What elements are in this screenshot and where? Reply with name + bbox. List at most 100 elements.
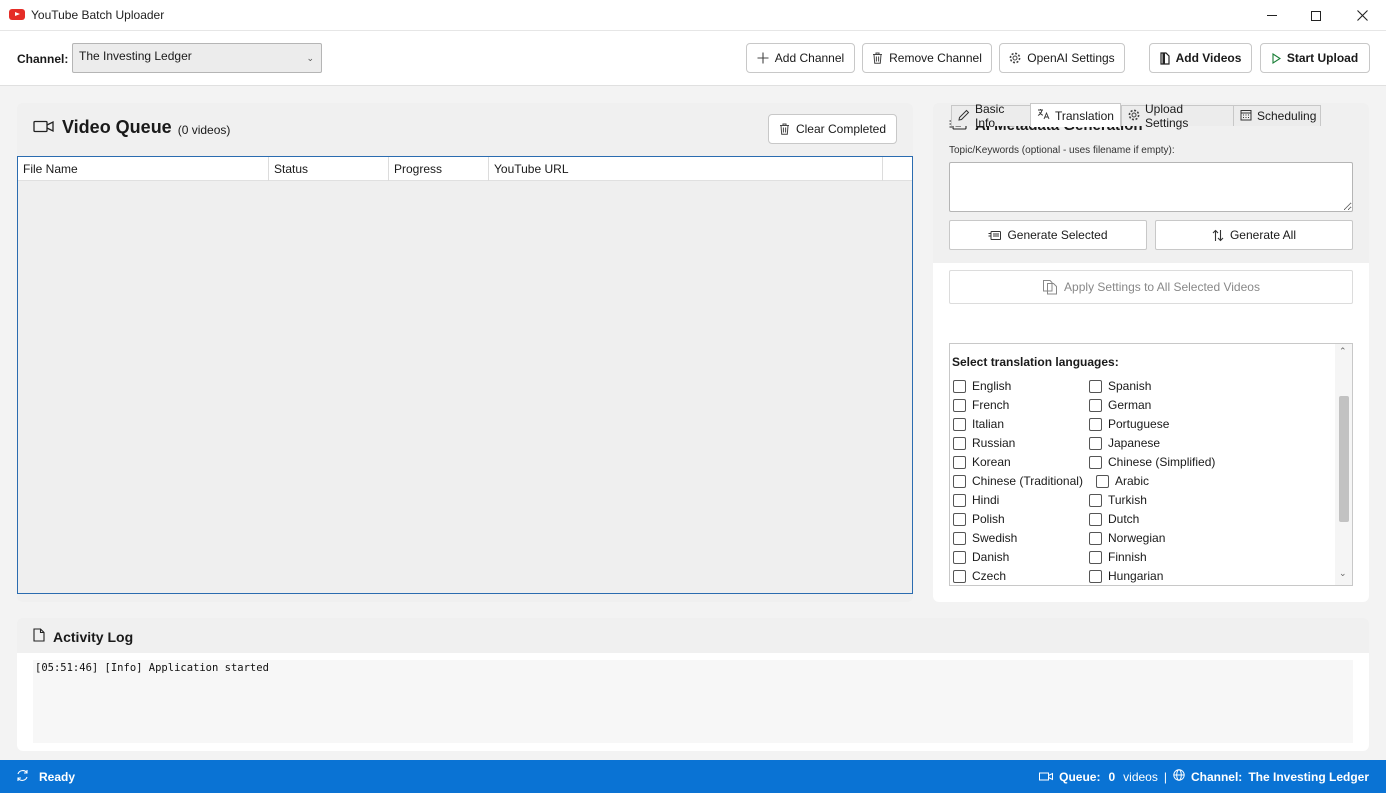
gear-icon	[1128, 109, 1140, 124]
chevron-down-icon: ⌄	[306, 53, 314, 63]
status-separator: |	[1163, 769, 1167, 784]
language-label: Danish	[972, 550, 1010, 564]
language-checkbox[interactable]	[953, 398, 966, 412]
sort-arrows-icon	[1212, 229, 1224, 242]
add-channel-button[interactable]: Add Channel	[746, 43, 855, 73]
column-header-file-name[interactable]: File Name	[18, 157, 269, 181]
column-header-youtube-url[interactable]: YouTube URL	[489, 157, 883, 181]
video-queue-table[interactable]: File Name Status Progress YouTube URL	[17, 156, 913, 594]
language-label: Russian	[972, 436, 1016, 450]
language-option[interactable]: German	[1089, 398, 1151, 412]
scrollbar-thumb[interactable]	[1339, 396, 1349, 522]
language-checkbox[interactable]	[953, 455, 966, 469]
language-checkbox[interactable]	[1089, 493, 1102, 507]
tab-upload-settings-label: Upload Settings	[1145, 102, 1189, 130]
language-checkbox[interactable]	[953, 531, 966, 545]
language-checkbox[interactable]	[1089, 455, 1102, 469]
activity-log-textbox[interactable]: [05:51:46] [Info] Application started	[33, 660, 1353, 743]
language-checkbox[interactable]	[1096, 474, 1109, 488]
tab-scheduling[interactable]: Scheduling	[1233, 105, 1321, 126]
language-option[interactable]: Korean	[953, 455, 1011, 469]
video-queue-count: (0 videos)	[177, 122, 231, 137]
tab-upload-settings[interactable]: Upload Settings	[1121, 102, 1234, 130]
language-option[interactable]: Chinese (Simplified)	[1089, 455, 1215, 469]
language-checkbox[interactable]	[1089, 531, 1102, 545]
language-option[interactable]: Czech	[953, 569, 1006, 583]
language-label: Polish	[972, 512, 1005, 526]
openai-settings-button[interactable]: OpenAI Settings	[999, 43, 1125, 73]
add-channel-label: Add Channel	[774, 51, 845, 65]
language-option[interactable]: Italian	[953, 417, 1004, 431]
status-channel-label: Channel:	[1190, 769, 1243, 784]
maximize-button[interactable]	[1293, 0, 1339, 31]
minimize-button[interactable]	[1249, 0, 1295, 31]
tab-translation[interactable]: Translation	[1030, 103, 1121, 127]
clear-completed-button[interactable]: Clear Completed	[768, 114, 897, 144]
trash-icon	[872, 52, 883, 64]
language-checkbox[interactable]	[953, 569, 966, 583]
language-option[interactable]: Portuguese	[1089, 417, 1169, 431]
language-option[interactable]: Hindi	[953, 493, 999, 507]
language-checkbox[interactable]	[1089, 379, 1102, 393]
language-option[interactable]: Spanish	[1089, 379, 1151, 393]
translate-icon	[1037, 108, 1050, 123]
language-option[interactable]: Danish	[953, 550, 1009, 564]
channel-select[interactable]: The Investing Ledger ⌄	[72, 43, 322, 73]
language-checkbox[interactable]	[953, 417, 966, 431]
language-option[interactable]: Dutch	[1089, 512, 1139, 526]
topic-keywords-input[interactable]	[949, 162, 1353, 212]
activity-log-title: Activity Log	[53, 628, 134, 645]
language-option[interactable]: Chinese (Traditional)	[953, 474, 1083, 488]
language-checkbox[interactable]	[953, 474, 966, 488]
play-icon	[1272, 52, 1281, 64]
language-option[interactable]: Arabic	[1096, 474, 1149, 488]
language-checkbox[interactable]	[1089, 398, 1102, 412]
apply-settings-button[interactable]: Apply Settings to All Selected Videos	[949, 270, 1353, 304]
language-label: Hindi	[972, 493, 1000, 507]
language-checkbox[interactable]	[953, 512, 966, 526]
pencil-icon	[958, 109, 970, 124]
language-checkbox[interactable]	[1089, 417, 1102, 431]
language-option[interactable]: Russian	[953, 436, 1015, 450]
remove-channel-button[interactable]: Remove Channel	[862, 43, 992, 73]
language-checkbox[interactable]	[953, 436, 966, 450]
language-option[interactable]: Polish	[953, 512, 1005, 526]
minimize-icon	[1267, 15, 1277, 16]
language-checkbox[interactable]	[1089, 512, 1102, 526]
globe-icon	[1173, 769, 1185, 784]
language-option[interactable]: Finnish	[1089, 550, 1147, 564]
language-option[interactable]: Turkish	[1089, 493, 1147, 507]
language-checkbox[interactable]	[1089, 436, 1102, 450]
channel-label: Channel:	[17, 52, 69, 66]
generate-selected-button[interactable]: Generate Selected	[949, 220, 1147, 250]
language-label: Czech	[972, 569, 1007, 583]
scroll-up-icon[interactable]: ⌃	[1339, 346, 1347, 357]
language-label: Japanese	[1108, 436, 1161, 450]
language-option[interactable]: Swedish	[953, 531, 1017, 545]
language-option[interactable]: Norwegian	[1089, 531, 1165, 545]
generate-all-label: Generate All	[1229, 228, 1297, 242]
start-upload-button[interactable]: Start Upload	[1260, 43, 1370, 73]
language-checkbox[interactable]	[953, 493, 966, 507]
topic-keywords-label: Topic/Keywords (optional - uses filename…	[949, 145, 1175, 156]
language-option[interactable]: English	[953, 379, 1011, 393]
video-queue-header: Video Queue (0 videos)	[33, 117, 230, 138]
language-checkbox[interactable]	[1089, 550, 1102, 564]
activity-log-panel: Activity Log [05:51:46] [Info] Applicati…	[17, 618, 1369, 751]
close-button[interactable]	[1339, 0, 1385, 31]
status-bar: Ready Queue: 0 videos | Channel: The Inv…	[0, 760, 1386, 793]
youtube-app-icon	[9, 9, 25, 20]
language-option[interactable]: Japanese	[1089, 436, 1160, 450]
add-videos-button[interactable]: Add Videos	[1149, 43, 1252, 73]
language-checkbox[interactable]	[953, 550, 966, 564]
language-checkbox[interactable]	[1089, 569, 1102, 583]
scroll-down-icon[interactable]: ⌄	[1339, 568, 1347, 579]
column-header-status[interactable]: Status	[269, 157, 389, 181]
translation-scrollbar[interactable]: ⌃ ⌄	[1335, 344, 1352, 585]
language-checkbox[interactable]	[953, 379, 966, 393]
generate-all-button[interactable]: Generate All	[1155, 220, 1353, 250]
tab-basic-info[interactable]: Basic Info	[951, 102, 1031, 130]
column-header-progress[interactable]: Progress	[389, 157, 489, 181]
language-option[interactable]: French	[953, 398, 1009, 412]
language-option[interactable]: Hungarian	[1089, 569, 1163, 583]
